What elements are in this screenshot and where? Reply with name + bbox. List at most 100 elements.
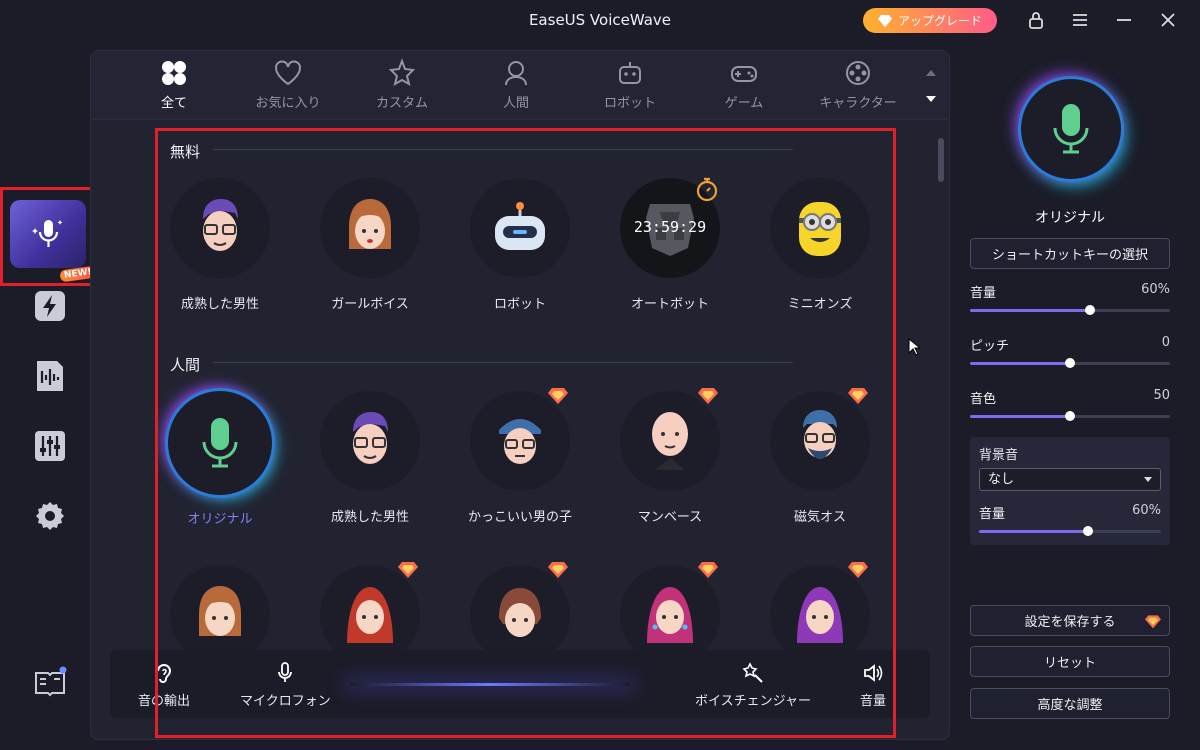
tab-custom[interactable]: カスタム: [347, 58, 457, 116]
sidebar-lightning[interactable]: [20, 276, 80, 336]
lock-icon[interactable]: [1025, 9, 1047, 31]
slider-value: 50: [1153, 388, 1170, 403]
slider-track[interactable]: [970, 358, 1170, 368]
audio-file-icon: [37, 361, 63, 391]
voice-label: ガールボイス: [331, 297, 409, 312]
advanced-adjust-button[interactable]: 高度な調整: [970, 688, 1170, 719]
premium-gem-icon: [548, 388, 568, 404]
ear-icon: [157, 664, 172, 683]
shortcut-key-button[interactable]: ショートカットキーの選択: [970, 238, 1170, 269]
scrollbar-thumb[interactable]: [938, 138, 944, 182]
volume-slider[interactable]: 音量 60%: [970, 282, 1170, 315]
close-icon[interactable]: [1157, 9, 1179, 31]
slider-value: 60%: [1141, 282, 1170, 297]
voice-card[interactable]: 成熟した男性: [155, 178, 295, 318]
heart-icon: [275, 60, 301, 86]
tab-favorites[interactable]: お気に入り: [233, 58, 343, 116]
voice-card[interactable]: 磁気オス: [745, 388, 895, 531]
grid-icon: [162, 61, 186, 85]
voice-card[interactable]: 23:59:29 オートボット: [595, 177, 745, 318]
slider-knob[interactable]: [1085, 305, 1095, 315]
current-voice-name: オリジナル: [1035, 210, 1105, 226]
magic-wand-icon: [742, 662, 763, 683]
slider-track[interactable]: [979, 526, 1161, 536]
voice-label: ミニオンズ: [787, 297, 853, 312]
microphone-icon: [278, 662, 293, 682]
section-title-free: 無料: [170, 143, 201, 161]
sidebar-guide[interactable]: [20, 652, 80, 712]
microphone-toggle[interactable]: マイクロフォン: [240, 662, 331, 709]
tab-human[interactable]: 人間: [461, 58, 571, 116]
sidebar-settings[interactable]: [20, 486, 80, 546]
cool-boy-avatar: [470, 388, 570, 491]
sidebar-audio-file[interactable]: [20, 346, 80, 406]
category-scroll-arrows[interactable]: [922, 60, 940, 110]
robot-icon: [619, 62, 641, 84]
upgrade-button[interactable]: アップグレード: [863, 8, 997, 33]
background-sound-title: 背景音: [979, 448, 1019, 463]
voice-card[interactable]: かっこいい男の子: [445, 388, 595, 531]
slider-knob[interactable]: [1065, 358, 1075, 368]
premium-gem-icon: [1145, 615, 1161, 629]
book-icon: [35, 666, 67, 697]
voice-label: マンベース: [637, 510, 703, 525]
voice-changer-toggle[interactable]: ボイスチェンジャー: [695, 662, 811, 709]
premium-gem-icon: [398, 562, 418, 578]
premium-gem-icon: [698, 388, 718, 404]
volume-control[interactable]: 音量: [860, 662, 886, 709]
autobot-avatar: 23:59:29: [620, 177, 720, 278]
slider-track[interactable]: [970, 411, 1170, 421]
stopwatch-icon: [696, 177, 718, 202]
mouse-cursor-icon: [908, 338, 920, 356]
mixer-icon: [35, 431, 65, 461]
voice-card-selected[interactable]: オリジナル: [155, 391, 295, 531]
section-divider: [213, 149, 793, 150]
background-sound-select[interactable]: なし: [979, 468, 1161, 491]
reset-button[interactable]: リセット: [970, 646, 1170, 677]
minimize-icon[interactable]: [1113, 9, 1135, 31]
premium-gem-icon: [698, 562, 718, 578]
tab-robot[interactable]: ロボット: [575, 58, 685, 116]
save-settings-button[interactable]: 設定を保存する: [970, 605, 1170, 636]
timbre-slider[interactable]: 音色 50: [970, 388, 1170, 421]
category-bar: 全て お気に入り カスタム 人間 ロボット ゲーム キャラクター: [92, 52, 947, 120]
slider-label: 音量: [979, 507, 1006, 522]
bald-man-avatar: [620, 388, 720, 491]
sound-output-toggle[interactable]: 音の輸出: [138, 662, 190, 709]
voice-card[interactable]: マンベース: [595, 388, 745, 531]
menu-icon[interactable]: [1069, 9, 1091, 31]
slider-knob[interactable]: [1065, 411, 1075, 421]
minion-avatar: [770, 178, 870, 278]
tab-all[interactable]: 全て: [119, 58, 229, 116]
background-volume-slider[interactable]: 音量 60%: [979, 503, 1161, 536]
sparkle-microphone-icon: [32, 220, 63, 247]
sidebar-mixer[interactable]: [20, 416, 80, 476]
voice-card[interactable]: ロボット: [445, 178, 595, 318]
speaker-icon: [864, 664, 883, 682]
tab-character[interactable]: キャラクター: [803, 58, 913, 116]
premium-gem-icon: [548, 562, 568, 578]
section-divider: [213, 362, 793, 363]
voice-label: 磁気オス: [793, 510, 846, 525]
custom-star-icon: [388, 58, 416, 87]
diamond-icon: [877, 14, 892, 27]
tab-robot-label: ロボット: [603, 96, 656, 111]
sidebar-voice-changer[interactable]: [10, 200, 86, 268]
slider-label: ピッチ: [970, 339, 1010, 354]
caret-down-icon: [1144, 477, 1152, 482]
voice-card[interactable]: ミニオンズ: [745, 178, 895, 318]
upgrade-label: アップグレード: [897, 14, 982, 28]
voice-label: かっこいい男の子: [467, 510, 572, 525]
countdown-timer: 23:59:29: [633, 218, 707, 236]
slider-track[interactable]: [970, 305, 1170, 315]
microphone-icon: [202, 418, 238, 468]
voice-card[interactable]: ガールボイス: [295, 178, 445, 318]
voice-label: オートボット: [630, 297, 709, 312]
tab-game[interactable]: ゲーム: [689, 58, 799, 116]
voice-card[interactable]: 成熟した男性: [295, 391, 445, 531]
slider-knob[interactable]: [1083, 526, 1094, 536]
pitch-slider[interactable]: ピッチ 0: [970, 335, 1170, 368]
lightning-icon: [35, 291, 65, 321]
selected-voice-ring: [168, 391, 272, 495]
tab-all-label: 全て: [160, 96, 187, 111]
